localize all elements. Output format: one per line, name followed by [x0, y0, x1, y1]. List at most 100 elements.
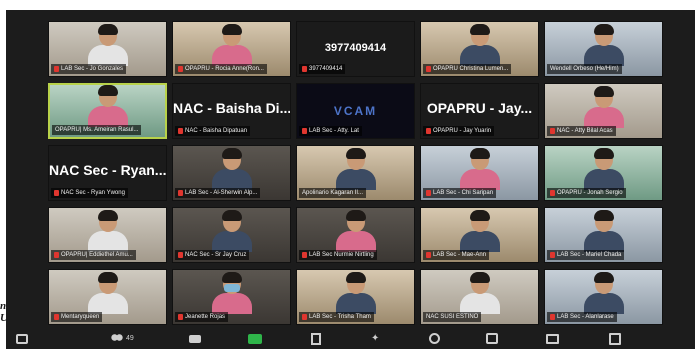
participant-tile[interactable]: VCAM LAB Sec - Atty. Lat — [296, 83, 415, 139]
participant-name-label: OPAPRU - Rocia Anne(Ron... — [175, 64, 267, 74]
participant-name: Mentaryqueen — [61, 314, 100, 320]
participant-name: NAC - Baisha Dipatuan — [185, 128, 248, 134]
share-screen-button[interactable] — [248, 332, 262, 345]
participant-tile[interactable]: LAB Sec - Mae-Ann — [420, 207, 539, 263]
participant-tile[interactable]: LAB Sec - Trisha Tham — [296, 269, 415, 325]
participant-tile[interactable]: Jeanette Rojas — [172, 269, 291, 325]
participant-name-label: Mentaryqueen — [51, 312, 103, 322]
participant-tile[interactable]: OPAPRU Christina Lumen... — [420, 21, 539, 77]
participant-video — [86, 85, 130, 127]
mic-muted-icon — [54, 190, 59, 196]
participant-name-label: LAB Sec - Mae-Ann — [423, 250, 490, 260]
apps-button[interactable] — [486, 332, 498, 345]
participant-name: 3977409414 — [309, 66, 343, 72]
mic-muted-icon — [178, 314, 183, 320]
participant-tile[interactable]: Mentaryqueen — [48, 269, 167, 325]
participant-name: LAB Sec - Alanlarase — [557, 314, 614, 320]
reactions-button[interactable] — [429, 332, 440, 345]
mic-muted-icon — [550, 128, 555, 134]
apps-icon — [486, 333, 498, 344]
participant-video — [582, 210, 626, 252]
participant-video — [86, 210, 130, 252]
participant-name-label: 3977409414 — [299, 64, 346, 74]
participant-name: LAB Sec Nurmie Nirtling — [309, 252, 374, 258]
participant-video — [334, 272, 378, 314]
participant-tile[interactable]: LAB Sec - Chi Saripan — [420, 145, 539, 201]
participant-name-label: LAB Sec - Chi Saripan — [423, 188, 497, 198]
participant-tile[interactable]: NAC SUSI ESTINO — [420, 269, 539, 325]
participant-tile[interactable]: LAB Sec - Alanlarase — [544, 269, 663, 325]
participant-tile[interactable]: LAB Sec - Al-Sherwin Alp... — [172, 145, 291, 201]
participant-tile[interactable]: LAB Sec - Mariel Chada — [544, 207, 663, 263]
mic-muted-icon — [302, 252, 307, 258]
participant-name-label: OPAPRU - Jay Yuarin — [423, 126, 495, 136]
participant-tile[interactable]: OPAPRU - Jay... OPAPRU - Jay Yuarin — [420, 83, 539, 139]
participant-name: OPAPRU| Ms. Ameiran Rasul... — [55, 127, 139, 133]
whiteboard-button[interactable] — [546, 332, 559, 345]
participants-icon — [111, 333, 123, 344]
participant-video — [334, 210, 378, 252]
participant-video — [458, 24, 502, 66]
document-icon — [311, 332, 321, 345]
participant-name: LAB Sec - Mae-Ann — [433, 252, 487, 258]
vcam-logo: VCAM — [333, 104, 378, 118]
mic-muted-icon — [178, 252, 183, 258]
participant-name: OPAPRU Christina Lumen... — [433, 66, 509, 72]
participant-name: NAC Sec - Ryan Ywong — [61, 190, 125, 196]
participant-name-label: NAC - Baisha Dipatuan — [175, 126, 251, 136]
mic-muted-icon — [302, 66, 307, 72]
mic-muted-icon — [426, 252, 431, 258]
mic-muted-icon — [302, 128, 307, 134]
participant-name-label: OPAPRU| Ms. Ameiran Rasul... — [52, 125, 142, 135]
video-button[interactable] — [16, 332, 28, 345]
mic-muted-icon — [550, 252, 555, 258]
participant-name: LAB Sec - Atty. Lat — [309, 128, 359, 134]
mic-muted-icon — [178, 190, 183, 196]
participant-tile[interactable]: OPAPRU| Eddiethel Amu... — [48, 207, 167, 263]
participant-name: LAB Sec - Al-Sherwin Alp... — [185, 190, 258, 196]
participant-tile[interactable]: NAC Sec - Ryan... NAC Sec - Ryan Ywong — [48, 145, 167, 201]
participant-video — [458, 272, 502, 314]
notes-button[interactable] — [609, 332, 621, 345]
participant-name: OPAPRU - Jay Yuarin — [433, 128, 492, 134]
participant-tile[interactable]: OPAPRU - Jonah Sergio — [544, 145, 663, 201]
mic-muted-icon — [54, 314, 59, 320]
participant-display-name: 3977409414 — [324, 42, 387, 54]
record-button[interactable] — [311, 332, 321, 345]
participant-name-label: NAC - Atty Bilal Acas — [547, 126, 616, 136]
participant-video — [210, 24, 254, 66]
mic-muted-icon — [550, 190, 555, 196]
participant-name-label: LAB Sec - Mariel Chada — [547, 250, 625, 260]
participant-tile[interactable]: Wendell Orbeso (He/Him) — [544, 21, 663, 77]
chat-button[interactable] — [189, 332, 201, 345]
mic-muted-icon — [302, 314, 307, 320]
mic-muted-icon — [178, 128, 183, 134]
participant-tile[interactable]: 3977409414 3977409414 — [296, 21, 415, 77]
participant-tile[interactable]: Apolinario Kagaran II... — [296, 145, 415, 201]
reaction-icon — [429, 333, 440, 344]
mic-muted-icon — [426, 128, 431, 134]
participant-name: OPAPRU - Rocia Anne(Ron... — [185, 66, 264, 72]
participant-name: LAB Sec - Chi Saripan — [433, 190, 494, 196]
participant-name: LAB Sec - Trisha Tham — [309, 314, 371, 320]
participant-tile[interactable]: LAB Sec - Jo Gonzales — [48, 21, 167, 77]
participant-video — [86, 24, 130, 66]
participant-name-label: NAC Sec - Ryan Ywong — [51, 188, 128, 198]
sparkle-icon: ✦ — [371, 332, 380, 344]
participant-name: OPAPRU - Jonah Sergio — [557, 190, 623, 196]
participant-name-label: NAC Sec - Sr Jay Cruz — [175, 250, 250, 260]
ai-companion-button[interactable]: ✦ — [371, 332, 379, 345]
participant-video — [458, 148, 502, 190]
participant-tile[interactable]: OPAPRU| Ms. Ameiran Rasul... — [48, 83, 167, 139]
participant-tile[interactable]: NAC - Baisha Di... NAC - Baisha Dipatuan — [172, 83, 291, 139]
chat-icon — [189, 334, 201, 343]
participant-tile[interactable]: NAC - Atty Bilal Acas — [544, 83, 663, 139]
participant-video — [582, 148, 626, 190]
participant-name: NAC Sec - Sr Jay Cruz — [185, 252, 247, 258]
participant-name-label: LAB Sec - Alanlarase — [547, 312, 617, 322]
participant-tile[interactable]: LAB Sec Nurmie Nirtling — [296, 207, 415, 263]
participant-tile[interactable]: NAC Sec - Sr Jay Cruz — [172, 207, 291, 263]
participants-button[interactable]: 49 — [111, 332, 134, 345]
participant-video — [582, 272, 626, 314]
participant-tile[interactable]: OPAPRU - Rocia Anne(Ron... — [172, 21, 291, 77]
